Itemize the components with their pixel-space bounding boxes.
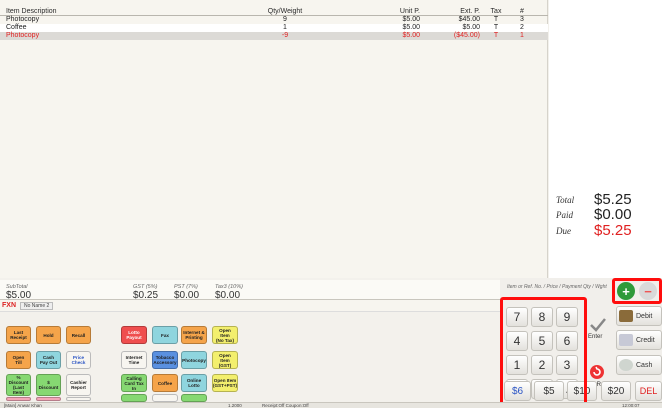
header-qty: Qty/Weight — [267, 8, 303, 15]
keypad-highlight — [500, 297, 587, 408]
item-qty: 1 — [283, 24, 287, 31]
enter-label: Enter — [588, 334, 603, 340]
last-receipt-button[interactable]: Last Receipt — [6, 326, 31, 344]
item-ext-price: $5.00 — [462, 24, 480, 31]
coins-icon — [619, 359, 633, 371]
dollar-discount-button[interactable]: $ Discount — [36, 374, 61, 396]
status-count: 1.2000 — [228, 403, 242, 408]
item-number: 3 — [520, 16, 524, 23]
item-ext-price: ($45.00) — [453, 32, 480, 39]
delete-line-button[interactable]: DEL — [635, 381, 662, 401]
subtotal-strip — [0, 280, 500, 300]
table-row[interactable]: Photocopy 9 $5.00 $45.00 T 3 — [0, 16, 548, 24]
open-item-no-tax-button[interactable]: Open Item (No Tax) — [212, 326, 238, 344]
cash-button[interactable]: Cash — [616, 355, 662, 375]
table-header: Item Description Qty/Weight Unit P. Ext.… — [0, 8, 548, 16]
header-unit-price: Unit P. — [399, 8, 420, 15]
item-unit-price: $5.00 — [402, 32, 420, 39]
item-unit-price: $5.00 — [402, 16, 420, 23]
paid-label: Paid — [556, 210, 573, 220]
table-row[interactable]: Coffee 1 $5.00 $5.00 T 2 — [0, 24, 548, 32]
item-description: Coffee — [6, 24, 27, 31]
open-till-button[interactable]: Open Till — [6, 351, 31, 369]
void-button[interactable] — [6, 397, 31, 401]
open-item-gst-button[interactable]: Open Item (GST) — [212, 351, 238, 369]
table-row-selected[interactable]: Photocopy -9 $5.00 ($45.00) T 1 — [0, 32, 548, 40]
percent-discount-button[interactable]: % Discount (Last Item) — [6, 374, 31, 396]
internet-time-button[interactable]: Internet Time — [121, 351, 147, 369]
store-logo: FXN — [2, 302, 16, 309]
debit-label: Debit — [636, 312, 653, 320]
delete-button[interactable] — [36, 397, 61, 401]
credit-button[interactable]: Credit — [616, 330, 662, 350]
coffee-button[interactable]: Coffee — [152, 374, 178, 392]
user-bar — [0, 300, 500, 312]
fax-button[interactable]: Fax — [152, 326, 178, 344]
calling-card-tax-in-button[interactable]: Calling Card Tax In — [121, 374, 147, 392]
header-number: # — [520, 8, 524, 15]
hold-button[interactable]: Hold — [36, 326, 61, 344]
item-qty: -9 — [281, 32, 289, 39]
debit-button[interactable]: Debit — [616, 306, 662, 326]
due-value: $5.25 — [594, 222, 632, 239]
item-number: 2 — [520, 24, 524, 31]
status-user: [Main] Anwar Khan — [4, 403, 42, 408]
credit-label: Credit — [636, 336, 655, 344]
add-remove-highlight — [612, 278, 662, 304]
clear-arrow-icon — [590, 365, 604, 379]
quick-cash-20[interactable]: $20 — [601, 381, 631, 401]
price-check-button[interactable]: Price Check — [66, 351, 91, 369]
header-item-description: Item Description — [6, 8, 57, 15]
item-number: 1 — [520, 32, 524, 39]
total-value: $5.25 — [594, 191, 632, 208]
item-tax: T — [493, 16, 499, 23]
online-lotto-button[interactable]: Online Lotto — [181, 374, 207, 392]
total-label: Total — [556, 195, 575, 205]
item-tax: T — [493, 24, 499, 31]
cash-label: Cash — [636, 361, 653, 369]
item-tax: T — [493, 32, 499, 39]
item-description: Photocopy — [6, 32, 40, 39]
status-flags: Receipt:Off Coupon:Off — [262, 403, 309, 408]
open-item-gst-pst-button[interactable]: Open Item (GST+PST) — [212, 374, 238, 392]
checkmark-icon — [590, 318, 606, 332]
recall-button[interactable]: Recall — [66, 326, 91, 344]
item-description: Photocopy — [6, 16, 40, 23]
status-bar: [Main] Anwar Khan 1.2000 Receipt:Off Cou… — [0, 402, 662, 408]
order-table: Item Description Qty/Weight Unit P. Ext.… — [0, 0, 548, 278]
due-label: Due — [556, 226, 571, 236]
header-tax: Tax — [490, 8, 502, 15]
credit-card-icon — [619, 334, 633, 346]
key-cutting-button[interactable] — [181, 394, 207, 402]
calling-cards-tax-button[interactable] — [121, 394, 147, 402]
entry-field-label: Item or Ref. No. / Price / Payment Qty /… — [507, 284, 607, 290]
internet-printing-button[interactable]: Internet & Printing — [181, 326, 207, 344]
paid-value: $0.00 — [594, 206, 632, 223]
card-terminal-icon — [619, 310, 633, 322]
shift-report-button[interactable] — [66, 397, 91, 401]
single-cigar-button[interactable] — [152, 394, 178, 402]
photocopy-button[interactable]: Photocopy — [181, 351, 207, 369]
user-name-badge[interactable]: No Name 2 — [20, 302, 54, 310]
cashier-report-button[interactable]: Cashier Report — [66, 374, 91, 396]
pos-screen: Item Description Qty/Weight Unit P. Ext.… — [0, 0, 662, 408]
header-ext-price: Ext. P. — [460, 8, 480, 15]
lotto-payout-button[interactable]: Lotto Payout — [121, 326, 147, 344]
item-qty: 9 — [283, 16, 287, 23]
item-unit-price: $5.00 — [402, 24, 420, 31]
status-clock: 12:00:07 — [622, 403, 640, 408]
tobacco-accessory-button[interactable]: Tobacco Accessory — [152, 351, 178, 369]
item-ext-price: $45.00 — [458, 16, 480, 23]
cash-pay-out-button[interactable]: Cash Pay Out — [36, 351, 61, 369]
